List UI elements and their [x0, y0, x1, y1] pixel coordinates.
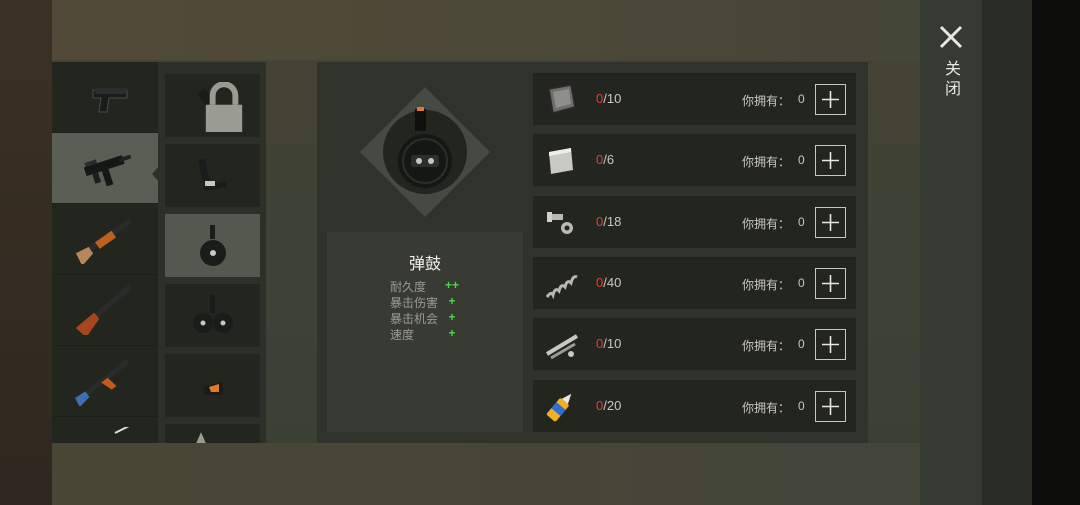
close-button[interactable]	[934, 20, 968, 54]
background-bottom	[52, 443, 920, 505]
close-icon	[939, 25, 963, 49]
add-material-button[interactable]	[815, 391, 846, 422]
owned-label: 你拥有：	[742, 339, 791, 353]
material-row: 0/20 你拥有： 0	[533, 380, 856, 432]
material-count: 0/10	[596, 336, 622, 351]
plus-icon	[822, 214, 839, 231]
owned-value: 0	[798, 276, 805, 290]
material-count: 0/40	[596, 275, 622, 290]
plus-icon	[822, 152, 839, 169]
drum-mag-preview	[360, 87, 490, 217]
stat-value: ++	[444, 278, 459, 292]
stat-row: 暴击伤害 +	[390, 294, 462, 310]
glue-icon	[546, 393, 572, 422]
stat-row: 暴击机会 +	[390, 310, 462, 326]
owned-label: 你拥有：	[742, 401, 791, 415]
add-material-button[interactable]	[815, 268, 846, 299]
owned-label: 你拥有：	[742, 278, 791, 292]
plus-icon	[822, 336, 839, 353]
weapon-tab-double-barrel[interactable]	[52, 275, 158, 346]
weapon-tab-shotgun[interactable]	[52, 204, 158, 275]
item-info: 弹鼓 耐久度 ++ 暴击伤害 + 暴击机会 + 速度 +	[327, 232, 523, 432]
material-row: 0/40 你拥有： 0	[533, 257, 856, 309]
metal-plate-icon	[548, 84, 576, 114]
material-row: 0/10 你拥有： 0	[533, 73, 856, 125]
smg-icon	[83, 154, 132, 187]
material-count: 0/6	[596, 152, 615, 167]
attachment-stock[interactable]	[165, 144, 260, 207]
material-count: 0/18	[596, 214, 622, 229]
rifle-icon	[114, 427, 130, 434]
stat-value: +	[448, 326, 456, 340]
owned-value: 0	[798, 215, 805, 229]
stat-name: 耐久度	[390, 280, 427, 294]
owned-value: 0	[798, 399, 805, 413]
double-barrel-icon	[75, 285, 132, 335]
background-far-right	[982, 0, 1034, 505]
add-material-button[interactable]	[815, 84, 846, 115]
add-material-button[interactable]	[815, 145, 846, 176]
material-count: 0/20	[596, 398, 622, 413]
double-drum-icon	[192, 294, 233, 333]
attachment-starred[interactable]	[165, 424, 260, 443]
item-title: 弹鼓	[408, 256, 441, 273]
stock-icon	[197, 158, 227, 191]
pipes-icon	[545, 334, 579, 360]
weapon-tab-smg[interactable]	[52, 133, 158, 204]
stat-row: 速度 +	[390, 326, 462, 342]
stat-value: +	[448, 294, 456, 308]
stat-value: +	[448, 310, 456, 324]
plus-icon	[822, 275, 839, 292]
stat-name: 暴击机会	[390, 312, 439, 326]
owned-label: 你拥有：	[742, 217, 791, 231]
stat-name: 速度	[390, 328, 415, 342]
add-material-button[interactable]	[815, 207, 846, 238]
star-icon	[196, 432, 206, 443]
steel-sheet-icon	[549, 148, 573, 174]
attachment-drum-mag[interactable]	[165, 214, 260, 277]
owned-label: 你拥有：	[742, 155, 791, 169]
stat-name: 暴击伤害	[390, 296, 439, 310]
weapon-tab-rifle[interactable]	[52, 417, 158, 443]
owned-value: 0	[798, 153, 805, 167]
material-row: 0/6 你拥有： 0	[533, 134, 856, 186]
background-top	[52, 0, 920, 60]
spring-icon	[545, 275, 578, 300]
attachment-extended-mag[interactable]	[165, 74, 260, 137]
drum-mag-icon	[199, 224, 226, 266]
weapon-tab-pistol[interactable]	[52, 62, 158, 133]
bolt-nut-icon	[547, 212, 573, 234]
plus-icon	[822, 91, 839, 108]
owned-value: 0	[798, 92, 805, 106]
weapon-category-list	[52, 62, 158, 443]
attachment-sight[interactable]	[165, 354, 260, 417]
lock-icon	[205, 82, 243, 132]
sight-icon	[202, 380, 223, 395]
material-row: 0/18 你拥有： 0	[533, 196, 856, 248]
item-stats: 耐久度 ++ 暴击伤害 + 暴击机会 + 速度 +	[390, 278, 462, 342]
screen-edge	[1032, 0, 1080, 505]
background-left	[0, 0, 52, 505]
stat-row: 耐久度 ++	[390, 278, 462, 294]
add-material-button[interactable]	[815, 329, 846, 360]
shotgun-icon	[75, 218, 133, 264]
material-row: 0/10 你拥有： 0	[533, 318, 856, 370]
material-count: 0/10	[596, 91, 622, 106]
plus-icon	[822, 398, 839, 415]
pistol-icon	[92, 88, 128, 113]
owned-label: 你拥有：	[742, 94, 791, 108]
assault-rifle-icon	[75, 359, 130, 406]
attachment-list	[158, 62, 266, 443]
attachment-double-drum[interactable]	[165, 284, 260, 347]
weapon-tab-assault-rifle[interactable]	[52, 346, 158, 417]
close-label[interactable]: 关闭	[940, 60, 962, 100]
owned-value: 0	[798, 337, 805, 351]
